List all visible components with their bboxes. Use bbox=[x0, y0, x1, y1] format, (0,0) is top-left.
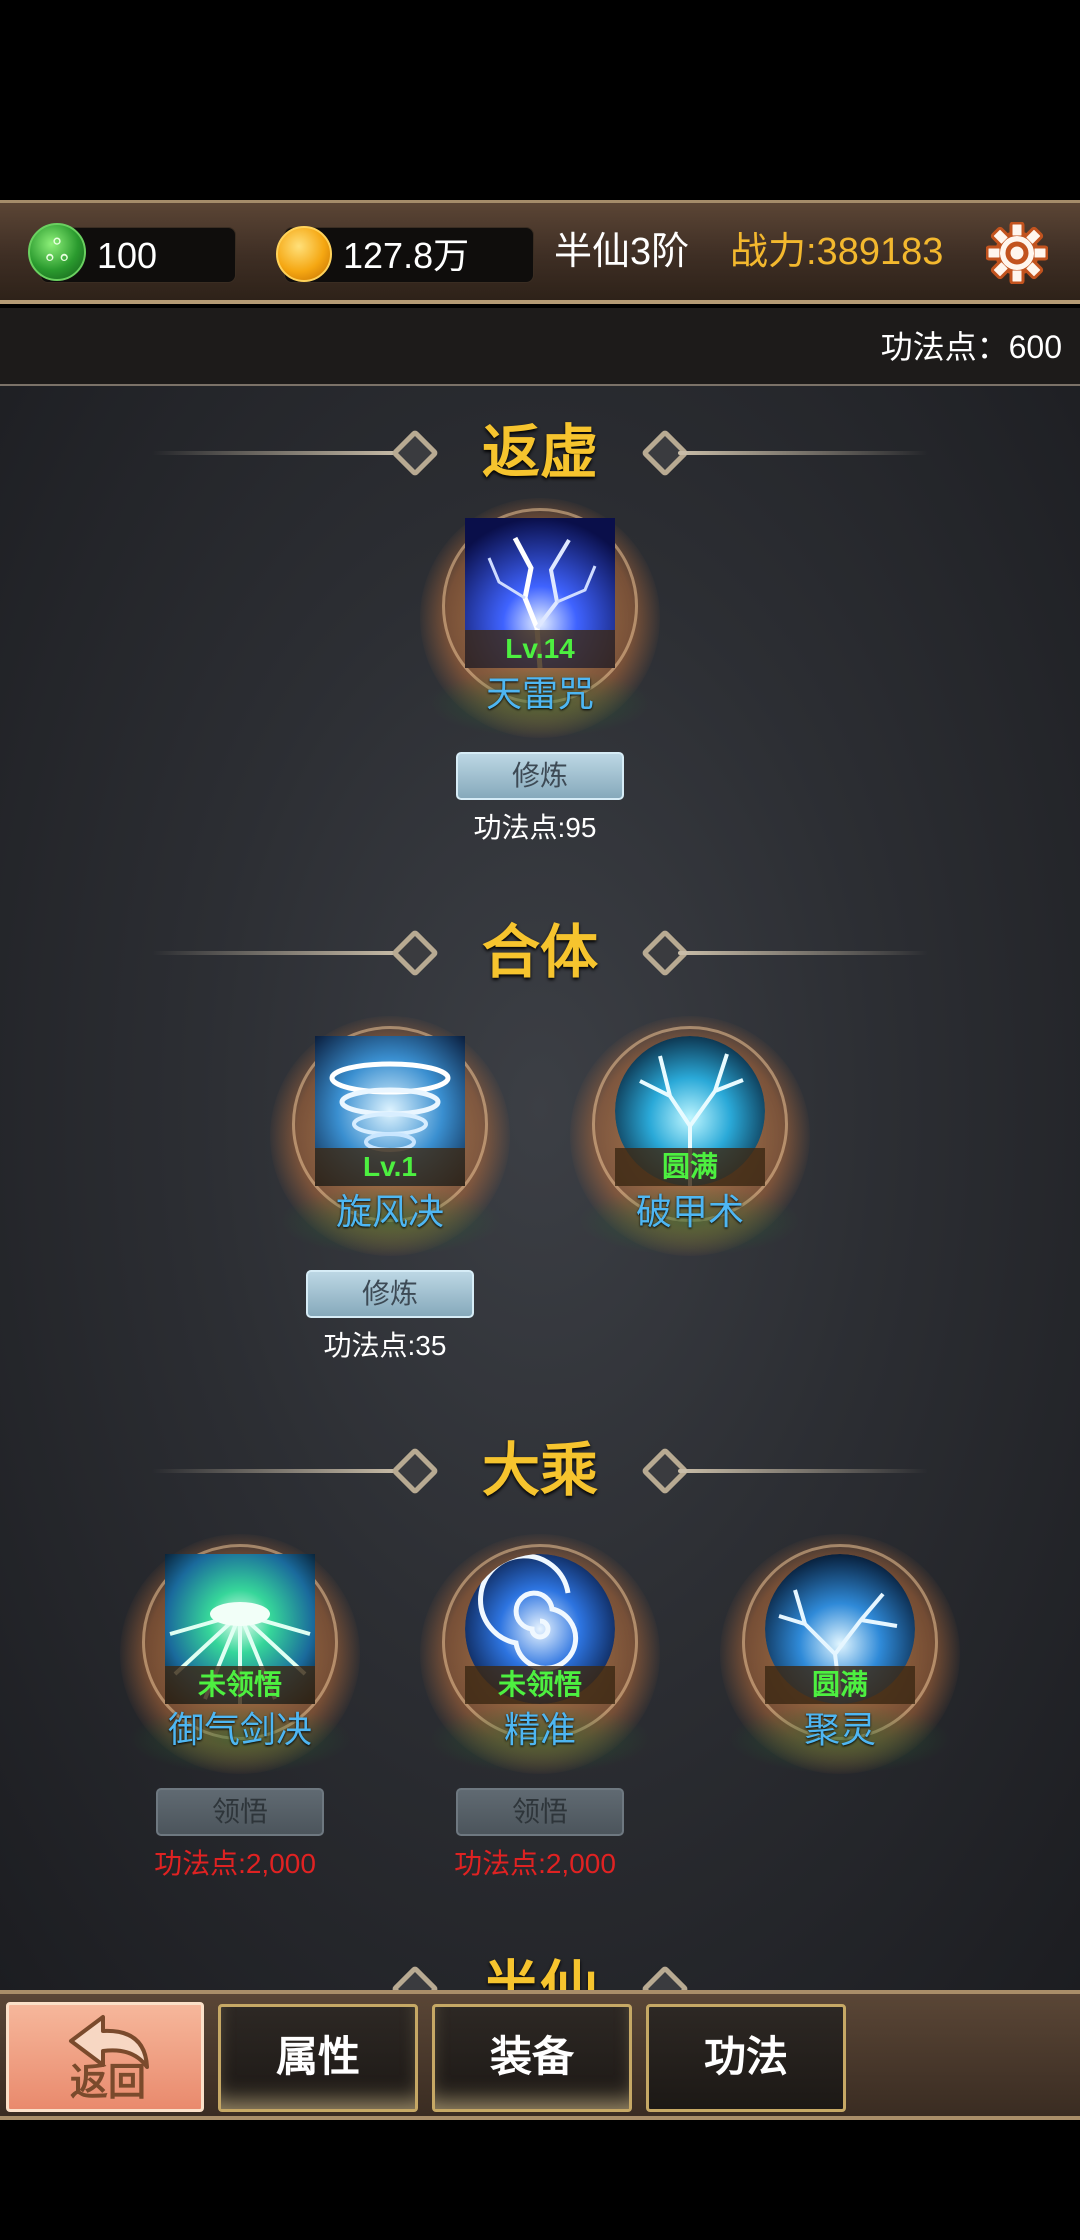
status-area bbox=[0, 0, 1080, 200]
gold-amount: 127.8万 bbox=[343, 235, 470, 276]
skill-level: 圆满 bbox=[615, 1148, 765, 1186]
comprehend-button[interactable]: 领悟 bbox=[156, 1788, 324, 1836]
tier-title: 半仙 bbox=[481, 1956, 598, 1990]
jade-icon: ஃ bbox=[28, 223, 86, 281]
tier-header: 返虚 bbox=[0, 408, 1080, 498]
skill-juling[interactable]: 圆满 聚灵 bbox=[720, 1534, 960, 1774]
cultivate-button[interactable]: 修炼 bbox=[456, 752, 624, 800]
skill-tree-panel[interactable]: 返虚 Lv.14 天雷咒 修炼 功法点:95 合体 Lv.1 旋风决 修炼 功法… bbox=[0, 386, 1080, 1990]
skill-name: 旋风决 bbox=[335, 1191, 444, 1232]
skill-level: 未领悟 bbox=[465, 1666, 615, 1704]
tier-header: 半仙 bbox=[0, 1944, 1080, 1990]
skill-xuanfengjue[interactable]: Lv.1 旋风决 bbox=[270, 1016, 510, 1256]
skill-points-bar: 功法点：600 bbox=[0, 308, 1080, 386]
skill-cost: 功法点:95 bbox=[473, 812, 597, 843]
tier-divider-right bbox=[678, 451, 928, 455]
skill-name: 天雷咒 bbox=[485, 673, 594, 714]
skill-cost: 功法点:2,000 bbox=[454, 1848, 616, 1879]
comprehend-button[interactable]: 领悟 bbox=[456, 1788, 624, 1836]
bottom-area bbox=[0, 2120, 1080, 2240]
back-button[interactable]: 返回 bbox=[6, 2002, 204, 2112]
skill-cost: 功法点:35 bbox=[323, 1330, 447, 1361]
tier-header: 合体 bbox=[0, 908, 1080, 998]
tab-attributes[interactable]: 属性 bbox=[218, 2004, 418, 2112]
gear-icon[interactable] bbox=[986, 222, 1048, 284]
realm-label: 半仙3阶 bbox=[554, 231, 690, 273]
skill-name: 御气剑决 bbox=[167, 1709, 312, 1750]
tier-header: 大乘 bbox=[0, 1426, 1080, 1516]
jade-amount: 100 bbox=[97, 235, 158, 276]
skill-tianleizhou[interactable]: Lv.14 天雷咒 bbox=[420, 498, 660, 738]
tier-divider-right bbox=[678, 1469, 928, 1473]
tier-divider-right bbox=[678, 951, 928, 955]
back-label: 返回 bbox=[69, 2059, 146, 2104]
cultivate-button[interactable]: 修炼 bbox=[306, 1270, 474, 1318]
gold-coin-icon bbox=[276, 226, 332, 282]
skill-level: 未领悟 bbox=[165, 1666, 315, 1704]
skill-level: 圆满 bbox=[765, 1666, 915, 1704]
skill-name: 聚灵 bbox=[803, 1709, 876, 1750]
skill-yuqijianjue[interactable]: 未领悟 御气剑决 bbox=[120, 1534, 360, 1774]
skill-name: 破甲术 bbox=[635, 1191, 744, 1232]
skill-level: Lv.14 bbox=[465, 630, 615, 668]
skill-name: 精准 bbox=[503, 1709, 576, 1750]
combat-power: 战力:389183 bbox=[730, 231, 944, 273]
tab-equipment[interactable]: 装备 bbox=[432, 2004, 632, 2112]
skill-points-label: 功法点：600 bbox=[880, 329, 1062, 365]
skill-pojiashu[interactable]: 圆满 破甲术 bbox=[570, 1016, 810, 1256]
skill-jingzhun[interactable]: 未领悟 精准 bbox=[420, 1534, 660, 1774]
skill-cost: 功法点:2,000 bbox=[154, 1848, 316, 1879]
bottom-nav: 返回 属性 装备 功法 bbox=[0, 1990, 1080, 2120]
skill-level: Lv.1 bbox=[315, 1148, 465, 1186]
tab-skills[interactable]: 功法 bbox=[646, 2004, 846, 2112]
